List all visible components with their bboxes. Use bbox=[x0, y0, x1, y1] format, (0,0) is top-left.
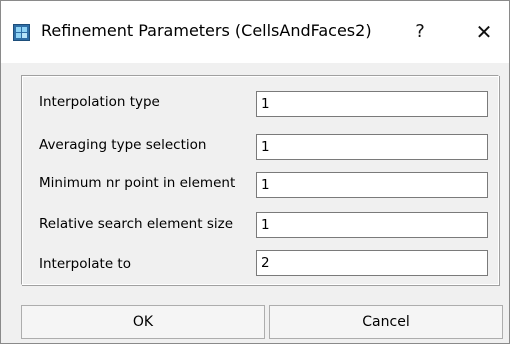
window-title: Refinement Parameters (CellsAndFaces2) bbox=[41, 21, 372, 40]
close-icon[interactable]: ✕ bbox=[466, 15, 502, 49]
interpolate-to-field[interactable] bbox=[256, 250, 488, 276]
interpolation-type-label: Interpolation type bbox=[39, 94, 160, 110]
help-icon[interactable]: ? bbox=[405, 15, 435, 49]
minimum-nr-point-field[interactable] bbox=[256, 172, 488, 198]
minimum-nr-point-label: Minimum nr point in element bbox=[39, 175, 236, 191]
ok-button[interactable]: OK bbox=[21, 305, 265, 339]
interpolation-type-field[interactable] bbox=[256, 91, 488, 117]
app-icon bbox=[13, 24, 30, 41]
title-bar[interactable]: Refinement Parameters (CellsAndFaces2) ?… bbox=[1, 1, 509, 63]
averaging-type-label: Averaging type selection bbox=[39, 137, 207, 153]
refinement-dialog: Refinement Parameters (CellsAndFaces2) ?… bbox=[0, 0, 510, 344]
relative-search-size-field[interactable] bbox=[256, 212, 488, 238]
averaging-type-field[interactable] bbox=[256, 134, 488, 160]
cancel-button[interactable]: Cancel bbox=[269, 305, 503, 339]
relative-search-size-label: Relative search element size bbox=[39, 216, 234, 232]
interpolate-to-label: Interpolate to bbox=[39, 256, 131, 272]
